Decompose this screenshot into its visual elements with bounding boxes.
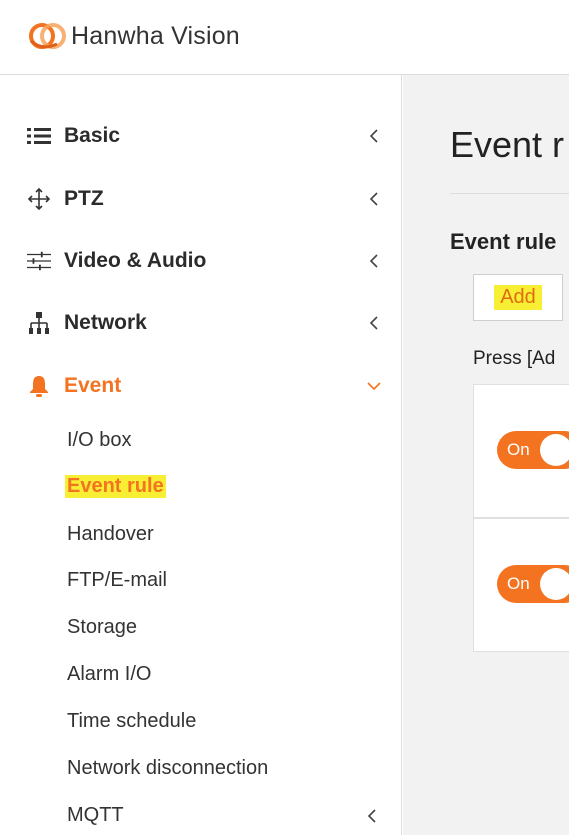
list-icon <box>27 124 51 148</box>
brand-logo[interactable]: Hanwha Vision <box>27 16 240 56</box>
toggle-label: On <box>507 574 530 593</box>
submenu-item-handover[interactable]: Handover <box>67 523 154 546</box>
rule-enable-toggle[interactable]: On <box>497 431 569 469</box>
submenu-item-storage[interactable]: Storage <box>67 616 137 639</box>
page-title: Event r <box>450 124 565 165</box>
chevron-left-icon <box>367 809 381 823</box>
event-rule-card: On <box>473 384 569 518</box>
network-tree-icon <box>27 311 51 335</box>
chevron-left-icon <box>367 316 381 330</box>
rule-enable-toggle[interactable]: On <box>497 565 569 603</box>
sidebar-item-ptz[interactable]: PTZ <box>0 179 402 219</box>
submenu-item-mqtt[interactable]: MQTT <box>67 804 124 827</box>
event-rule-card: On <box>473 518 569 652</box>
sidebar-item-event[interactable]: Event <box>0 366 402 406</box>
sidebar-item-label: Video & Audio <box>64 249 207 272</box>
submenu-item-ftp-email[interactable]: FTP/E-mail <box>67 569 167 592</box>
submenu-item-alarm-io[interactable]: Alarm I/O <box>67 663 151 686</box>
sidebar-item-video-audio[interactable]: Video & Audio <box>0 241 402 281</box>
hanwha-logo-icon <box>29 23 66 49</box>
submenu-item-network-disconnection[interactable]: Network disconnection <box>67 757 268 780</box>
section-title: Event rule <box>450 229 557 254</box>
toggle-knob <box>540 568 569 600</box>
sidebar-item-label: Network <box>64 311 147 334</box>
chevron-left-icon <box>367 192 381 206</box>
submenu-item-event-rule[interactable]: Event rule <box>65 475 166 498</box>
toggle-knob <box>540 434 569 466</box>
brand-name: Hanwha Vision <box>71 21 240 50</box>
sidebar-item-basic[interactable]: Basic <box>0 116 402 156</box>
sidebar-item-label: PTZ <box>64 187 104 210</box>
add-button[interactable]: Add <box>473 274 563 321</box>
sidebar-item-label: Basic <box>64 124 121 147</box>
chevron-left-icon <box>367 254 381 268</box>
main-content: Event r Event rule Add Press [Ad On On <box>403 75 569 835</box>
sidebar-item-network[interactable]: Network <box>0 303 402 343</box>
title-divider <box>450 193 569 194</box>
move-arrows-icon <box>27 187 51 211</box>
toggle-label: On <box>507 440 530 459</box>
bell-icon <box>27 374 51 398</box>
submenu-item-time-schedule[interactable]: Time schedule <box>67 710 196 733</box>
chevron-left-icon <box>367 129 381 143</box>
submenu-item-io-box[interactable]: I/O box <box>67 429 131 452</box>
sidebar-item-label: Event <box>64 374 122 397</box>
add-button-label: Add <box>494 285 542 310</box>
chevron-down-icon <box>367 379 381 393</box>
sidebar: Basic PTZ Video & Audio Network Event I/… <box>0 75 402 835</box>
sliders-icon <box>27 249 51 273</box>
hint-text: Press [Ad <box>473 348 556 369</box>
header: Hanwha Vision <box>0 0 569 75</box>
